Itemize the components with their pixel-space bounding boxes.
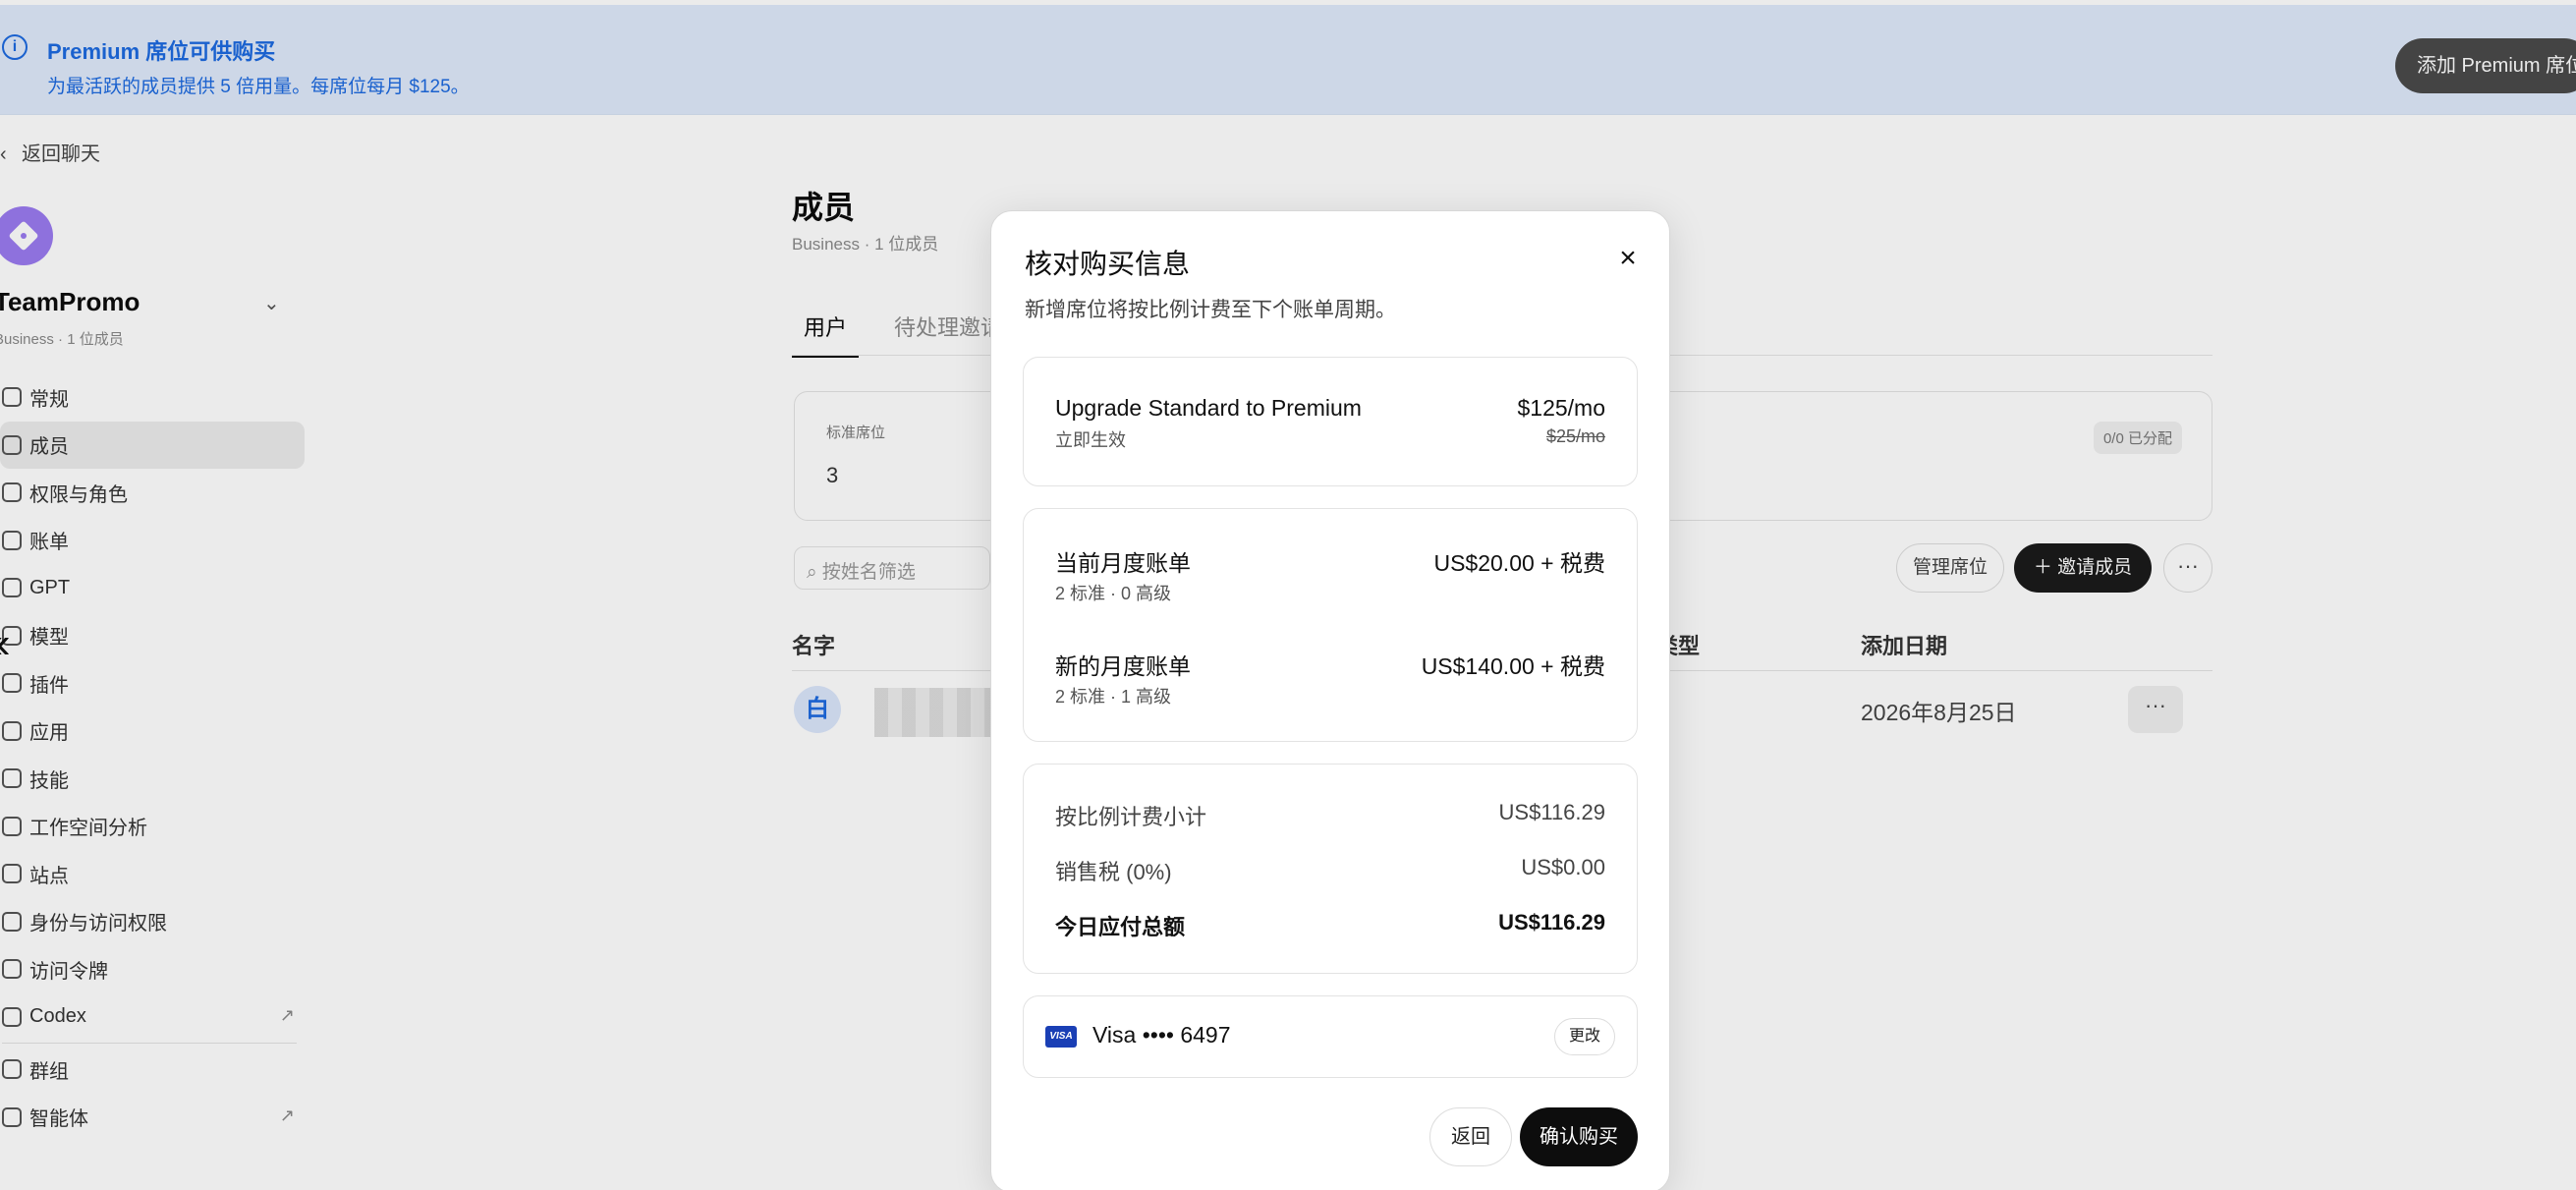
subtotal-amount: US$116.29 bbox=[1498, 800, 1605, 824]
upgrade-card: Upgrade Standard to Premium 立即生效 $125/mo… bbox=[1023, 357, 1638, 486]
close-icon[interactable]: × bbox=[1608, 239, 1648, 278]
new-bill-amount: US$140.00 + 税费 bbox=[1421, 653, 1605, 679]
billing-comparison-card: 当前月度账单 2 标准 · 0 高级 US$20.00 + 税费 新的月度账单 … bbox=[1023, 508, 1638, 742]
current-bill-amount: US$20.00 + 税费 bbox=[1433, 550, 1605, 576]
payment-method-card: VISA Visa •••• 6497 更改 bbox=[1023, 995, 1638, 1078]
visa-card-icon: VISA bbox=[1045, 1026, 1077, 1048]
charge-summary-card: 按比例计费小计 US$116.29 销售税 (0%) US$0.00 今日应付总… bbox=[1023, 764, 1638, 974]
upgrade-old-price: $25/mo bbox=[1545, 426, 1605, 446]
review-purchase-modal: 核对购买信息 × 新增席位将按比例计费至下个账单周期。 Upgrade Stan… bbox=[990, 210, 1670, 1190]
tax-amount: US$0.00 bbox=[1521, 855, 1605, 879]
subtotal-label: 按比例计费小计 bbox=[1055, 805, 1207, 829]
upgrade-effective: 立即生效 bbox=[1055, 430, 1126, 450]
modal-subtitle: 新增席位将按比例计费至下个账单周期。 bbox=[1025, 299, 1396, 321]
back-button[interactable]: 返回 bbox=[1429, 1107, 1512, 1166]
new-bill-label: 新的月度账单 bbox=[1055, 653, 1191, 679]
tax-label: 销售税 (0%) bbox=[1055, 860, 1172, 884]
current-bill-label: 当前月度账单 bbox=[1055, 550, 1191, 576]
confirm-purchase-button[interactable]: 确认购买 bbox=[1520, 1107, 1638, 1166]
upgrade-new-price: $125/mo bbox=[1517, 395, 1605, 421]
current-bill-detail: 2 标准 · 0 高级 bbox=[1055, 584, 1172, 603]
new-bill-detail: 2 标准 · 1 高级 bbox=[1055, 687, 1172, 707]
change-payment-button[interactable]: 更改 bbox=[1554, 1018, 1615, 1055]
total-label: 今日应付总额 bbox=[1055, 915, 1186, 939]
upgrade-name: Upgrade Standard to Premium bbox=[1055, 395, 1362, 421]
total-amount: US$116.29 bbox=[1498, 910, 1605, 935]
payment-method-text: Visa •••• 6497 bbox=[1092, 1022, 1231, 1048]
modal-title: 核对购买信息 bbox=[1025, 249, 1191, 279]
